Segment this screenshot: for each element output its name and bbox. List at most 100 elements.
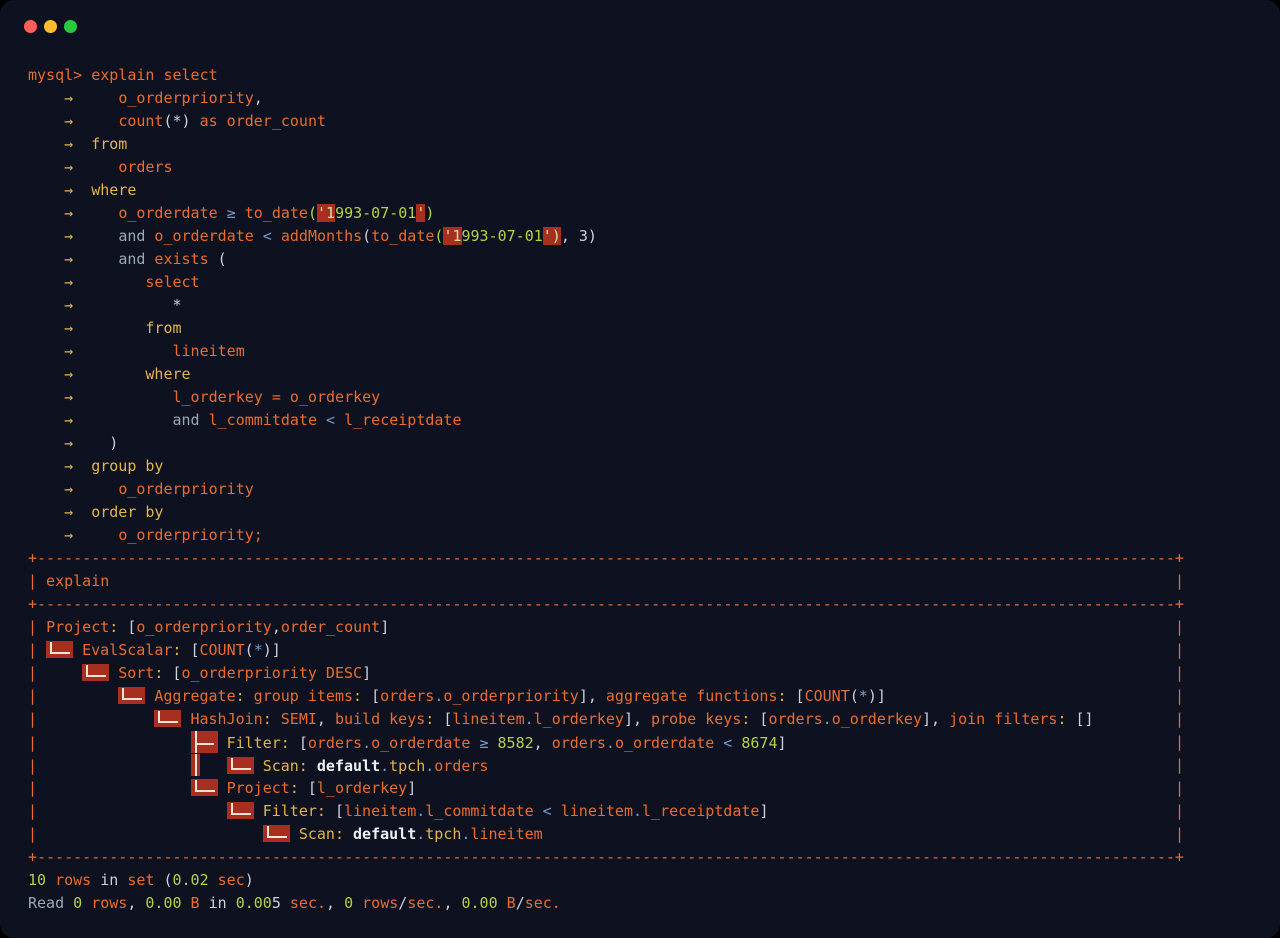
code-segment: 0.02 — [173, 871, 209, 889]
code-segment: ≥ — [470, 734, 497, 752]
code-segment: select — [145, 273, 199, 291]
code-segment: [ — [434, 710, 452, 728]
code-segment: [ — [118, 618, 136, 636]
code-segment: order_count — [281, 618, 380, 636]
minimize-button[interactable] — [44, 20, 57, 33]
code-segment: o_orderdate — [118, 204, 217, 222]
code-segment: COUNT — [200, 641, 245, 659]
code-segment: orders — [380, 687, 434, 705]
code-segment: lineitem — [452, 710, 524, 728]
terminal-line: → lineitem — [28, 340, 1208, 363]
code-segment: . — [425, 757, 434, 775]
code-segment: addMonths — [281, 227, 362, 245]
table-right-pipe: | — [1175, 685, 1184, 708]
code-segment — [145, 687, 154, 705]
code-segment: → — [64, 112, 73, 130]
code-segment — [200, 757, 227, 775]
code-segment — [254, 757, 263, 775]
terminal-line: | explain| — [28, 570, 1208, 593]
terminal-line: → and o_orderdate < addMonths(to_date('1… — [28, 225, 1208, 248]
code-segment: o_orderkey — [832, 710, 922, 728]
code-segment: count — [118, 112, 163, 130]
code-segment: ], — [579, 687, 597, 705]
code-segment: 0.00 — [452, 894, 497, 912]
code-segment: l_receiptdate — [344, 411, 461, 429]
code-segment — [28, 480, 64, 498]
code-segment: build keys — [326, 710, 425, 728]
close-button[interactable] — [24, 20, 37, 33]
code-segment: : — [263, 710, 272, 728]
code-segment — [344, 825, 353, 843]
terminal-line: | Filter: [lineitem.l_commitdate < linei… — [28, 800, 1208, 823]
code-segment: join filters — [940, 710, 1057, 728]
code-segment: → — [64, 250, 73, 268]
code-segment: l_commitdate — [425, 802, 533, 820]
terminal-line: | Project: [o_orderpriority,order_count]… — [28, 616, 1208, 639]
code-segment: → — [64, 273, 73, 291]
code-segment: Project — [46, 618, 109, 636]
code-segment: o_orderpriority — [118, 89, 253, 107]
table-right-pipe: | — [1175, 777, 1184, 800]
table-right-pipe: | — [1175, 731, 1184, 754]
code-segment: sec. — [407, 894, 443, 912]
code-segment: l_orderkey = o_orderkey — [173, 388, 381, 406]
terminal-line: → where — [28, 363, 1208, 386]
code-segment: sec. — [281, 894, 326, 912]
code-segment: '1 — [317, 204, 335, 222]
code-segment: 5 — [272, 894, 281, 912]
code-segment: → — [64, 158, 73, 176]
code-segment: : — [109, 618, 118, 636]
code-segment: . — [633, 802, 642, 820]
code-segment — [28, 411, 64, 429]
code-segment: lineitem — [173, 342, 245, 360]
code-segment: / — [398, 894, 407, 912]
code-segment — [46, 825, 263, 843]
terminal-line: Read 0 rows, 0.00 B in 0.005 sec., 0 row… — [28, 892, 1208, 915]
code-segment: sec. — [525, 894, 561, 912]
terminal-line: → o_orderpriority — [28, 478, 1208, 501]
code-segment: B — [182, 894, 200, 912]
code-segment: : — [236, 687, 245, 705]
code-segment: . — [380, 757, 389, 775]
code-segment: +---------------------------------------… — [28, 595, 1184, 613]
code-segment — [46, 664, 82, 682]
code-segment: . — [416, 825, 425, 843]
code-segment: : — [778, 687, 787, 705]
terminal-line: | Filter: [orders.o_orderdate ≥ 8582, or… — [28, 731, 1208, 754]
code-segment: . — [434, 687, 443, 705]
code-segment: and — [118, 227, 145, 245]
code-segment — [308, 757, 317, 775]
code-segment: 8582 — [498, 734, 534, 752]
code-segment: 0.00 — [136, 894, 181, 912]
code-segment: → — [64, 434, 73, 452]
code-segment: '1 — [443, 227, 461, 245]
code-segment — [290, 825, 299, 843]
code-segment: )] — [263, 641, 281, 659]
code-segment: * — [859, 687, 868, 705]
code-segment: ( — [362, 227, 371, 245]
terminal-line: | Scan: default.tpch.lineitem| — [28, 823, 1208, 846]
code-segment — [46, 710, 154, 728]
code-segment: rows — [353, 894, 398, 912]
terminal-line: → o_orderdate ≥ to_date('1993-07-01') — [28, 202, 1208, 225]
terminal-line: | HashJoin: SEMI, build keys: [lineitem.… — [28, 708, 1208, 731]
code-segment — [254, 802, 263, 820]
code-segment: l_commitdate — [200, 411, 317, 429]
terminal-line: | Aggregate: group items: [orders.o_orde… — [28, 685, 1208, 708]
code-segment: 0.00 — [227, 894, 272, 912]
code-segment — [73, 112, 118, 130]
terminal-line: mysql> explain select — [28, 64, 1208, 87]
zoom-button[interactable] — [64, 20, 77, 33]
code-segment: group by — [91, 457, 163, 475]
code-segment: Scan: — [263, 757, 308, 775]
code-segment — [28, 135, 64, 153]
code-segment — [73, 411, 172, 429]
code-segment: ], — [922, 710, 940, 728]
code-segment: l_receiptdate — [642, 802, 759, 820]
code-segment: 0 — [335, 894, 353, 912]
table-right-pipe: | — [1175, 800, 1184, 823]
code-segment: orders — [768, 710, 822, 728]
terminal-line: → o_orderpriority; — [28, 524, 1208, 547]
code-segment: < — [317, 411, 344, 429]
code-segment: ) — [245, 871, 254, 889]
